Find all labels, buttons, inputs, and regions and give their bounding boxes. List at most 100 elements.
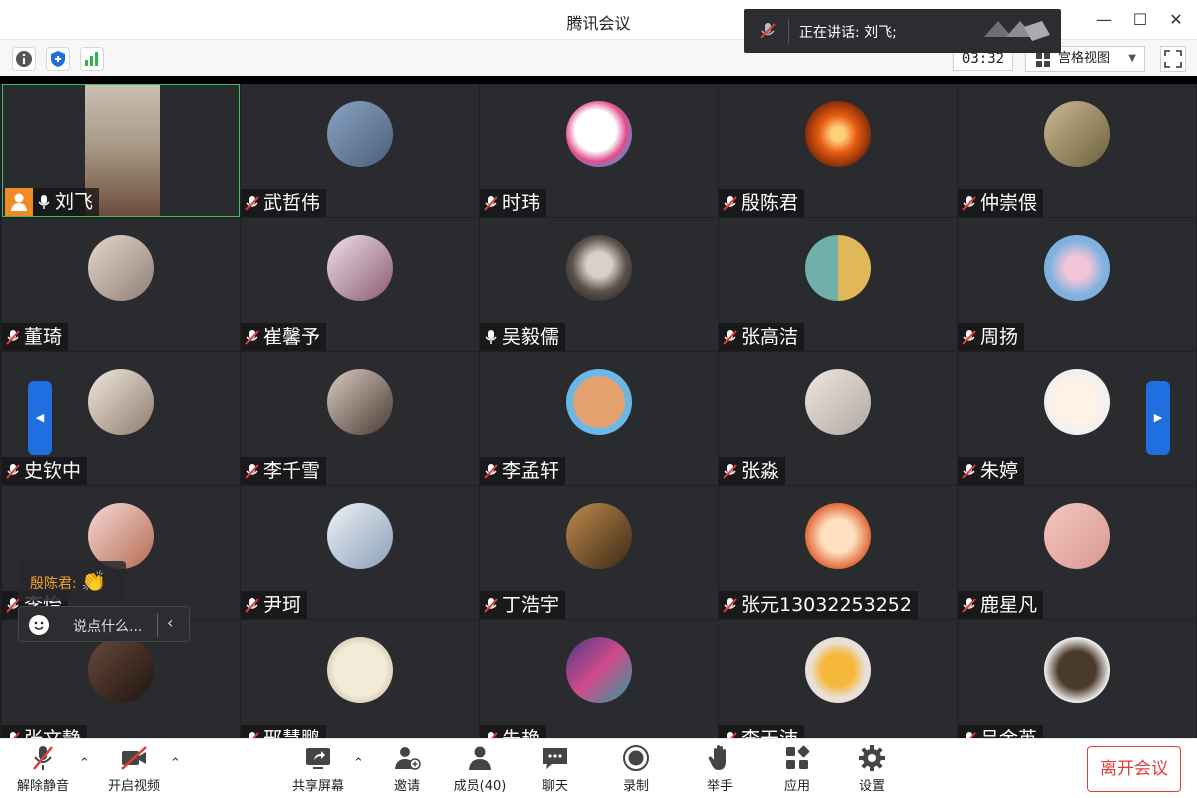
- participant-name-label: 朱婷: [980, 460, 1019, 482]
- signal-icon[interactable]: [80, 47, 104, 71]
- shield-icon[interactable]: [46, 47, 70, 71]
- gear-icon: [859, 745, 885, 771]
- avatar: [805, 101, 871, 167]
- hand-icon: [708, 745, 726, 770]
- participant-tile[interactable]: 张高洁: [719, 218, 957, 351]
- participant-name-label: 张淼: [741, 460, 780, 482]
- fullscreen-button[interactable]: [1160, 46, 1186, 72]
- participant-name-label: 吴毅儒: [502, 326, 560, 348]
- mic-muted-icon: [760, 23, 776, 39]
- grid-view-icon: [1036, 53, 1050, 67]
- participant-name-label: 尹珂: [263, 594, 302, 616]
- participant-name: 周扬: [958, 323, 1025, 351]
- quick-chat-input[interactable]: 说点什么... ‹: [18, 606, 190, 642]
- speaking-label: 正在讲话: 刘飞;: [799, 25, 897, 41]
- avatar: [327, 637, 393, 703]
- participant-tile[interactable]: 尹珂: [241, 486, 479, 619]
- mic-muted-icon: [245, 196, 259, 211]
- participant-tile[interactable]: 殷陈君: [719, 84, 957, 217]
- emoji-icon[interactable]: [29, 615, 49, 635]
- mic-icon: [38, 195, 50, 209]
- record-button[interactable]: 录制: [601, 742, 671, 794]
- participant-tile[interactable]: 崔馨予: [241, 218, 479, 351]
- settings-button[interactable]: 设置: [837, 742, 907, 794]
- participant-name-label: 史钦中: [24, 460, 82, 482]
- mic-muted-icon: [6, 464, 20, 479]
- info-icon[interactable]: [12, 47, 36, 71]
- participant-tile[interactable]: 邢慧鹏: [241, 620, 479, 753]
- mic-muted-icon: [245, 598, 259, 613]
- chat-label: 聊天: [541, 779, 568, 794]
- participant-name-label: 殷陈君: [741, 192, 799, 214]
- participant-tile[interactable]: 刘飞: [2, 84, 240, 217]
- participant-tile[interactable]: 董琦: [2, 218, 240, 351]
- avatar: [88, 235, 154, 301]
- participant-tile[interactable]: 李孟轩: [480, 352, 718, 485]
- participant-name: 李孟轩: [480, 457, 566, 485]
- avatar: [805, 637, 871, 703]
- members-icon: [469, 746, 491, 770]
- share-options-chevron[interactable]: ⌃: [353, 756, 364, 771]
- participant-tile[interactable]: 时玮: [480, 84, 718, 217]
- apps-icon: [786, 745, 810, 769]
- avatar: [566, 101, 632, 167]
- participant-name: 张高洁: [719, 323, 805, 351]
- participant-tile[interactable]: 张淼: [719, 352, 957, 485]
- participant-tile[interactable]: 朱艳: [480, 620, 718, 753]
- participant-name: 朱婷: [958, 457, 1025, 485]
- start-video-button[interactable]: 开启视频: [99, 742, 169, 794]
- audio-options-chevron[interactable]: ⌃: [79, 756, 90, 771]
- participant-name-label: 丁浩宇: [502, 594, 560, 616]
- chat-button[interactable]: 聊天: [520, 742, 590, 794]
- share-screen-button[interactable]: 共享屏幕: [283, 742, 353, 794]
- mic-muted-icon: [245, 330, 259, 345]
- avatar: [566, 503, 632, 569]
- chevron-left-icon[interactable]: ‹: [167, 613, 173, 632]
- prev-page-button[interactable]: ◀: [28, 381, 52, 455]
- mic-muted-icon: [723, 464, 737, 479]
- participant-tile[interactable]: 吴毅儒: [480, 218, 718, 351]
- participant-tile[interactable]: 仲崇偎: [958, 84, 1196, 217]
- mic-muted-icon: [962, 196, 976, 211]
- participant-tile[interactable]: 李千雪: [241, 352, 479, 485]
- divider: [157, 613, 158, 637]
- leave-meeting-button[interactable]: 离开会议: [1087, 746, 1181, 792]
- clap-icon: 👏: [81, 569, 107, 593]
- reaction-bubble: 殷陈君: 👏: [18, 561, 126, 601]
- chat-placeholder: 说点什么...: [73, 619, 143, 635]
- mic-muted-icon: [484, 196, 498, 211]
- invite-button[interactable]: 邀请: [372, 742, 442, 794]
- mic-muted-icon: [245, 464, 259, 479]
- unmute-button[interactable]: 解除静音: [8, 742, 78, 794]
- avatar: [1044, 369, 1110, 435]
- view-mode-label: 宫格视图: [1058, 51, 1111, 66]
- reaction-sender: 殷陈君:: [30, 576, 77, 592]
- maximize-button[interactable]: ☐: [1130, 10, 1150, 30]
- raise-hand-button[interactable]: 举手: [685, 742, 755, 794]
- minimize-button[interactable]: —: [1094, 10, 1114, 30]
- video-options-chevron[interactable]: ⌃: [170, 756, 181, 771]
- record-icon: [623, 745, 649, 771]
- participant-tile[interactable]: 李天沛: [719, 620, 957, 753]
- close-button[interactable]: ✕: [1166, 10, 1186, 30]
- apps-button[interactable]: 应用: [762, 742, 832, 794]
- participant-name-label: 李孟轩: [502, 460, 560, 482]
- next-page-button[interactable]: ▶: [1146, 381, 1170, 455]
- participant-tile[interactable]: 丁浩宇: [480, 486, 718, 619]
- members-button[interactable]: 成员(40): [445, 742, 515, 794]
- mic-muted-icon: [962, 464, 976, 479]
- mic-muted-icon: [723, 598, 737, 613]
- participant-tile[interactable]: 张元13032253252: [719, 486, 957, 619]
- avatar: [1044, 637, 1110, 703]
- participant-tile[interactable]: 鹿星凡: [958, 486, 1196, 619]
- participant-name-label: 周扬: [980, 326, 1019, 348]
- participant-tile[interactable]: 武哲伟: [241, 84, 479, 217]
- mic-muted-icon: [962, 598, 976, 613]
- participant-tile[interactable]: 周扬: [958, 218, 1196, 351]
- start-video-label: 开启视频: [107, 779, 160, 794]
- participant-name: 史钦中: [2, 457, 88, 485]
- raise-hand-label: 举手: [706, 779, 733, 794]
- avatar: [566, 637, 632, 703]
- participant-name-label: 刘飞: [55, 191, 94, 213]
- participant-tile[interactable]: 吕金英: [958, 620, 1196, 753]
